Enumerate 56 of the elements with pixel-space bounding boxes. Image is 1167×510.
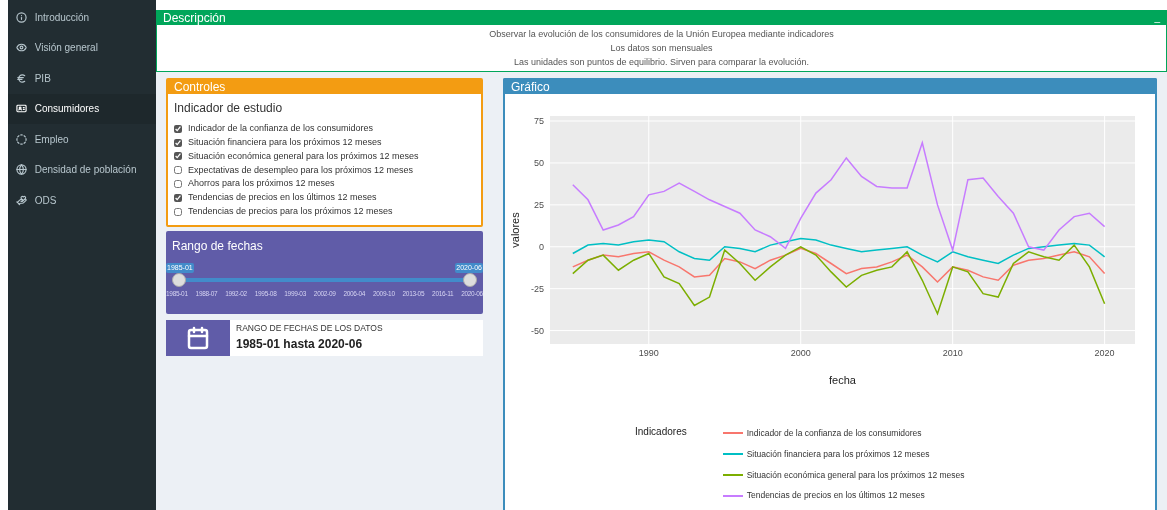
checkbox[interactable] bbox=[174, 138, 182, 147]
menu-icon bbox=[15, 103, 27, 115]
y-tick-label: 75 bbox=[534, 116, 544, 127]
checkbox[interactable] bbox=[174, 166, 182, 175]
legend-label: Situación financiera para los próximos 12 meses bbox=[746, 447, 930, 461]
panel-title: Controles bbox=[174, 81, 226, 93]
y-tick-label: 25 bbox=[534, 199, 544, 210]
section-heading: Indicador de estudio bbox=[174, 100, 284, 117]
description-text: Observar la evolución de los consumidores de la Unión Europea mediante indicadores bbox=[489, 28, 834, 41]
x-tick-label: 2020 bbox=[1094, 348, 1115, 358]
y-axis-title: valores bbox=[509, 212, 521, 248]
checkbox-label: Situación financiera para los próximos 12 meses bbox=[188, 135, 382, 149]
checkbox-label: Indicador de la confianza de los consumidores bbox=[188, 122, 374, 136]
checkbox[interactable] bbox=[174, 180, 182, 189]
sidebar-item[interactable]: Empleo bbox=[7, 124, 156, 155]
checkbox-label: Tendencias de precios en los últimos 12 meses bbox=[188, 191, 377, 205]
calendar-icon bbox=[186, 325, 210, 350]
sidebar-item[interactable]: PIB bbox=[7, 63, 156, 94]
x-tick-label: 1990 bbox=[638, 348, 659, 358]
panel-title: Gráfico bbox=[511, 81, 550, 93]
panel-title: Rango de fechas bbox=[171, 237, 264, 255]
checkbox-label: Situación económica general para los próximos 12 meses bbox=[188, 149, 419, 163]
y-tick-label: 0 bbox=[539, 241, 544, 252]
checkbox-label: Tendencias de precios para los próximos 12 meses bbox=[188, 204, 393, 218]
sidebar-item[interactable]: Introducción bbox=[7, 2, 156, 33]
checkbox-label: Expectativas de desempleo para los próximos 12 meses bbox=[188, 163, 414, 177]
checkbox-label: Ahorros para los próximos 12 meses bbox=[188, 177, 335, 191]
description-text: Las unidades son puntos de equilibrio. Sirven para comparar la evolución. bbox=[513, 56, 810, 69]
x-tick-label: 2000 bbox=[790, 348, 811, 358]
sidebar-item[interactable]: Visión general bbox=[7, 32, 156, 63]
legend-label: Indicador de la confianza de los consumidores bbox=[746, 427, 922, 440]
menu-icon bbox=[15, 164, 27, 176]
info-label: RANGO DE FECHAS DE LOS DATOS bbox=[236, 322, 383, 335]
legend-label: Tendencias de precios en los últimos 12 meses bbox=[746, 489, 925, 502]
checkbox[interactable] bbox=[174, 152, 182, 161]
menu-icon bbox=[15, 11, 27, 23]
y-tick-label: -50 bbox=[531, 325, 544, 336]
menu-icon bbox=[15, 72, 27, 84]
sidebar-item[interactable]: Consumidores bbox=[7, 93, 156, 124]
menu-icon bbox=[15, 194, 27, 206]
sidebar-item[interactable]: Densidad de población bbox=[7, 154, 156, 185]
menu-icon bbox=[15, 42, 27, 54]
legend-title: Indicadores bbox=[635, 425, 687, 439]
checkbox[interactable] bbox=[174, 207, 182, 216]
x-tick-label: 2010 bbox=[942, 348, 963, 358]
y-tick-label: -25 bbox=[531, 283, 544, 294]
menu-icon bbox=[15, 133, 27, 145]
panel-title: Descripción bbox=[163, 12, 226, 24]
description-text: Los datos son mensuales bbox=[610, 42, 713, 55]
y-tick-label: 50 bbox=[534, 157, 544, 168]
checkbox[interactable] bbox=[174, 193, 182, 202]
x-axis-title: fecha bbox=[829, 374, 856, 386]
info-value: 1985-01 hasta 2020-06 bbox=[236, 335, 364, 353]
legend-label: Situación económica general para los próximos 12 meses bbox=[746, 468, 965, 482]
checkbox[interactable] bbox=[174, 124, 182, 133]
sidebar-item[interactable]: ODS bbox=[7, 185, 156, 216]
